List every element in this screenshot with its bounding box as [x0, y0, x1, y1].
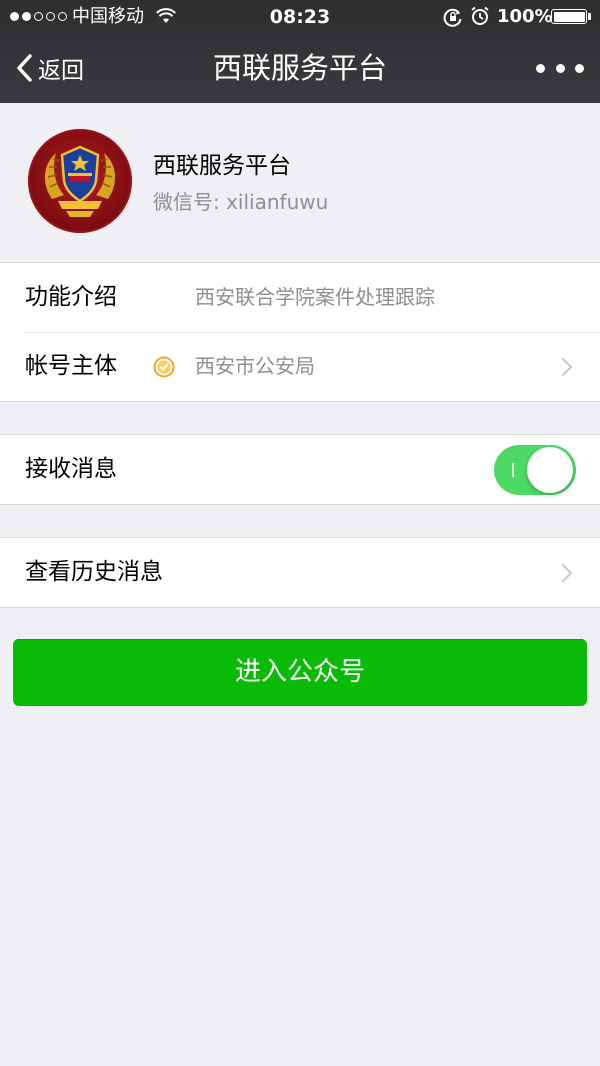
- chevron-right-icon: [562, 564, 572, 582]
- account-entity-value: 西安市公安局: [195, 354, 315, 378]
- function-intro-label: 功能介绍: [25, 284, 117, 310]
- toggle-knob: [527, 447, 573, 493]
- view-history-label: 查看历史消息: [25, 559, 163, 585]
- alarm-clock-icon: [471, 6, 489, 25]
- account-name: 西联服务平台: [153, 153, 291, 179]
- verified-check-icon: [153, 356, 175, 378]
- receive-messages-row: 接收消息: [0, 435, 600, 504]
- view-history-row[interactable]: 查看历史消息: [0, 538, 600, 607]
- wechat-id: 微信号: xilianfuwu: [153, 190, 329, 214]
- receive-messages-toggle[interactable]: [494, 445, 576, 495]
- battery-level-fill: [553, 11, 585, 22]
- status-bar: 中国移动 08:23 100%: [0, 0, 600, 34]
- battery-icon: [551, 9, 587, 24]
- account-entity-label: 帐号主体: [25, 353, 117, 379]
- function-intro-row: 功能介绍 西安联合学院案件处理跟踪: [0, 263, 600, 332]
- police-emblem-icon: [44, 145, 116, 217]
- more-options-button[interactable]: [536, 56, 584, 80]
- official-account-profile-screen: 中国移动 08:23 100% 返回 西联服务平台 西联服务平台 微信号: xi…: [0, 0, 600, 1066]
- account-profile-header: 西联服务平台 微信号: xilianfuwu: [0, 103, 600, 263]
- page-title: 西联服务平台: [212, 51, 387, 85]
- receive-messages-group: 接收消息: [0, 434, 600, 505]
- history-messages-group: 查看历史消息: [0, 537, 600, 608]
- more-dots-icon: [536, 63, 545, 73]
- enter-official-account-button[interactable]: 进入公众号: [13, 639, 587, 706]
- navigation-bar: 返回 西联服务平台: [0, 34, 600, 103]
- top-bar: 中国移动 08:23 100% 返回 西联服务平台: [0, 0, 600, 103]
- avatar[interactable]: [28, 129, 132, 233]
- account-info-group: 功能介绍 西安联合学院案件处理跟踪 帐号主体 西安市公安局: [0, 262, 600, 402]
- battery-percentage: 100%: [497, 6, 553, 27]
- receive-messages-label: 接收消息: [25, 456, 117, 482]
- chevron-right-icon: [562, 358, 572, 376]
- function-intro-value: 西安联合学院案件处理跟踪: [195, 285, 435, 309]
- account-entity-row[interactable]: 帐号主体 西安市公安局: [0, 332, 600, 401]
- rotation-lock-icon: [443, 8, 462, 27]
